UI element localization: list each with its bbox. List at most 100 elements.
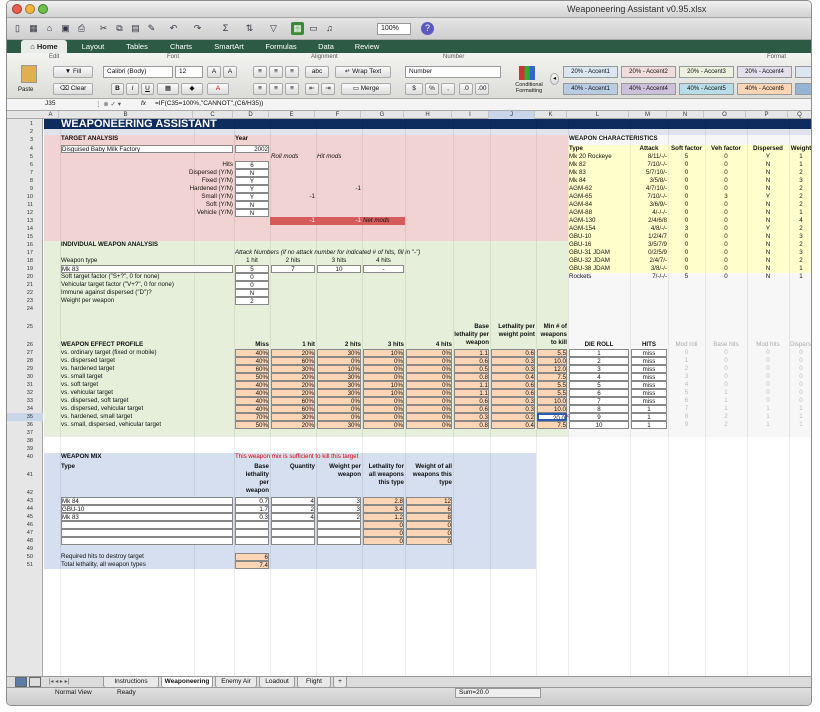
- row-header[interactable]: 45: [7, 513, 43, 521]
- effect-value-cell[interactable]: 0.8: [454, 373, 489, 381]
- italic-button[interactable]: I: [126, 83, 139, 95]
- characteristics-cell[interactable]: 1/2/4/7: [631, 233, 667, 241]
- fx-icon[interactable]: fx: [141, 100, 146, 107]
- cell-style-swatch[interactable]: 20% - Accent2: [621, 66, 676, 78]
- attack-number-cell[interactable]: 7: [271, 265, 315, 273]
- characteristics-cell[interactable]: 0: [669, 241, 704, 249]
- characteristics-cell[interactable]: 3: [790, 177, 811, 185]
- font-name-field[interactable]: Calibri (Body): [103, 66, 173, 78]
- row-header[interactable]: 22: [7, 289, 43, 297]
- characteristics-cell[interactable]: 7/10/-/-: [631, 161, 667, 169]
- effect-value-cell[interactable]: 0.6: [491, 389, 535, 397]
- effect-value-cell[interactable]: 20%: [271, 373, 315, 381]
- effect-value-cell[interactable]: 0.3: [491, 397, 535, 405]
- row-header[interactable]: 18: [7, 257, 43, 265]
- characteristics-cell[interactable]: 4/-/-/-: [631, 209, 667, 217]
- page-layout-view-icon[interactable]: [29, 677, 41, 687]
- column-header[interactable]: P: [746, 111, 788, 119]
- target-attribute-value[interactable]: N: [235, 169, 269, 177]
- effect-value-cell[interactable]: 0%: [363, 357, 404, 365]
- cell-style-swatch[interactable]: 40% - Accent5: [679, 83, 734, 95]
- die-roll-cell[interactable]: 5: [569, 381, 629, 389]
- cell-style-swatch[interactable]: 40% - Accent1: [563, 83, 618, 95]
- hits-cell[interactable]: 1: [631, 413, 667, 421]
- effect-value-cell[interactable]: 40%: [235, 405, 269, 413]
- characteristics-cell[interactable]: 0: [669, 217, 704, 225]
- mix-cell[interactable]: [61, 521, 233, 529]
- column-header[interactable]: L: [567, 111, 629, 119]
- characteristics-cell[interactable]: 2: [790, 169, 811, 177]
- effect-value-cell[interactable]: 60%: [271, 397, 315, 405]
- hits-cell[interactable]: 1: [631, 405, 667, 413]
- conditional-formatting-icon[interactable]: [519, 66, 535, 80]
- hits-cell[interactable]: miss: [631, 389, 667, 397]
- row-header[interactable]: 17: [7, 249, 43, 257]
- row-header[interactable]: 41: [7, 461, 43, 489]
- characteristics-cell[interactable]: N: [748, 185, 788, 193]
- name-box[interactable]: J35: [45, 100, 89, 107]
- ribbon-tab-tables[interactable]: Tables: [117, 40, 157, 53]
- mix-cell[interactable]: 0.7: [235, 497, 269, 505]
- sheet-nav-arrows-icon[interactable]: |◂ ◂ ▸ ▸|: [49, 677, 69, 687]
- characteristics-cell[interactable]: 0/2/5/9: [631, 249, 667, 257]
- row-header[interactable]: 1: [7, 119, 43, 129]
- effect-value-cell[interactable]: 1.1: [454, 381, 489, 389]
- row-header[interactable]: 40: [7, 453, 43, 461]
- characteristics-cell[interactable]: 0: [706, 177, 746, 185]
- cell-style-swatch[interactable]: 40% - Accent6: [737, 83, 792, 95]
- zoom-field[interactable]: 100%: [377, 23, 411, 35]
- attack-number-cell[interactable]: -: [363, 265, 404, 273]
- mix-cell[interactable]: 0: [363, 529, 404, 537]
- characteristics-cell[interactable]: 1: [790, 265, 811, 273]
- column-header[interactable]: F: [315, 111, 361, 119]
- characteristics-cell[interactable]: 0: [669, 161, 704, 169]
- characteristics-cell[interactable]: 3: [669, 225, 704, 233]
- hits-cell[interactable]: miss: [631, 397, 667, 405]
- characteristics-cell[interactable]: 1: [790, 273, 811, 281]
- die-roll-cell[interactable]: 6: [569, 389, 629, 397]
- characteristics-cell[interactable]: 0: [706, 185, 746, 193]
- row-header[interactable]: 42: [7, 489, 43, 497]
- status-sum[interactable]: Sum=20.0: [455, 688, 541, 698]
- target-attribute-value[interactable]: 6: [235, 161, 269, 169]
- mix-cell[interactable]: 0: [406, 521, 452, 529]
- column-header[interactable]: O: [704, 111, 746, 119]
- effect-value-cell[interactable]: 30%: [317, 381, 361, 389]
- characteristics-cell[interactable]: AGM-130: [569, 217, 629, 225]
- print-icon[interactable]: ⎙: [75, 22, 88, 35]
- mix-cell[interactable]: 4: [271, 497, 315, 505]
- target-attribute-value[interactable]: N: [235, 201, 269, 209]
- row-header[interactable]: 35: [7, 413, 43, 421]
- ribbon-tab-charts[interactable]: Charts: [161, 40, 201, 53]
- row-header[interactable]: 6: [7, 161, 43, 169]
- target-attribute-value[interactable]: N: [235, 209, 269, 217]
- cell-style-swatch[interactable]: 20% - Accent3: [679, 66, 734, 78]
- mix-cell[interactable]: 3.4: [363, 505, 404, 513]
- characteristics-cell[interactable]: 0: [669, 169, 704, 177]
- normal-view-icon[interactable]: [15, 677, 27, 687]
- mix-cell[interactable]: [271, 529, 315, 537]
- ribbon-tab-home[interactable]: ⌂ Home: [21, 40, 67, 53]
- minimize-window-icon[interactable]: [25, 4, 35, 14]
- effect-value-cell[interactable]: 10%: [363, 381, 404, 389]
- effect-value-cell[interactable]: 10.0: [537, 357, 567, 365]
- grow-font-button[interactable]: A: [207, 66, 221, 78]
- characteristics-cell[interactable]: 0: [669, 193, 704, 201]
- characteristics-cell[interactable]: N: [748, 249, 788, 257]
- wrap-text-button[interactable]: ↵ Wrap Text: [335, 66, 391, 78]
- row-header[interactable]: 51: [7, 561, 43, 569]
- shrink-font-button[interactable]: A: [223, 66, 237, 78]
- effect-value-cell[interactable]: 20%: [271, 349, 315, 357]
- characteristics-cell[interactable]: 8/11/-/-: [631, 153, 667, 161]
- mix-cell[interactable]: 2: [271, 505, 315, 513]
- effect-value-cell[interactable]: 5.5: [537, 381, 567, 389]
- characteristics-cell[interactable]: Mk 82: [569, 161, 629, 169]
- effect-value-cell[interactable]: 0.3: [491, 405, 535, 413]
- target-name-cell[interactable]: Disguised Baby Milk Factory: [61, 145, 233, 153]
- format-painter-icon[interactable]: ✎: [145, 22, 158, 35]
- required-hits-value[interactable]: 6: [235, 553, 269, 561]
- row-header[interactable]: 11: [7, 201, 43, 209]
- row-header[interactable]: 32: [7, 389, 43, 397]
- characteristics-cell[interactable]: 0: [706, 169, 746, 177]
- hits-cell[interactable]: miss: [631, 365, 667, 373]
